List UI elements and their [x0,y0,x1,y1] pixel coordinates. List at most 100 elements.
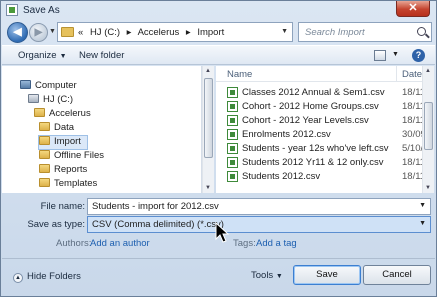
organize-button[interactable]: Organize ▼ [18,50,67,61]
forward-button[interactable]: ▶ [29,23,48,42]
tree-item-label: HJ (C:) [43,94,74,105]
tree-item-accelerus[interactable]: Accelerus [34,108,91,121]
save-as-type-label: Save as type: [27,219,85,230]
file-name: Students - year 12s who've left.csv [242,143,389,154]
collapse-chevron-icon: ▲ [13,273,23,283]
breadcrumb-item-accelerus[interactable]: Accelerus [138,27,180,38]
tree-item-drive[interactable]: HJ (C:) [28,94,73,107]
folder-icon [39,122,50,131]
search-icon[interactable] [417,27,426,36]
file-date: 18/11, [402,101,422,112]
column-divider[interactable] [396,66,397,82]
file-row[interactable]: Students 2012 Yr11 & 12 only.csv 18/11, [216,156,422,170]
scroll-down-icon[interactable]: ▼ [205,185,211,191]
address-dropdown-icon[interactable]: ▼ [281,28,288,35]
tools-label: Tools [251,270,274,281]
save-as-dialog: Save As ✕ ◀ ▶ ▼ « HJ (C:) ▸ Accelerus ▸ … [0,0,437,297]
file-row[interactable]: Cohort - 2012 Home Groups.csv 18/11, [216,100,422,114]
csv-file-icon [227,171,238,182]
file-list-scrollbar[interactable]: ▲ ▼ [422,66,434,193]
tree-item-label: Import [54,136,81,147]
organize-label: Organize [18,50,57,61]
computer-icon [20,80,31,89]
csv-file-icon [227,143,238,154]
close-button[interactable]: ✕ [396,1,430,17]
navigation-scrollbar[interactable]: ▲ ▼ [202,66,214,193]
file-name: Students 2012.csv [242,171,321,182]
column-header-name[interactable]: Name [227,69,252,80]
file-date: 5/10/2 [402,143,422,154]
folder-icon [39,164,50,173]
folder-icon [39,178,50,187]
scroll-down-icon[interactable]: ▼ [425,185,431,191]
file-date: 18/11, [402,87,422,98]
help-icon[interactable]: ? [412,49,425,62]
tree-item-label: Accelerus [49,108,91,119]
scroll-up-icon[interactable]: ▲ [205,68,211,74]
file-date: 18/11, [402,115,422,126]
footer-divider [2,258,435,259]
breadcrumb-item-import[interactable]: Import [197,27,224,38]
csv-file-icon [227,115,238,126]
tree-item-offline-files[interactable]: Offline Files [39,150,104,163]
folder-icon [61,27,74,37]
file-date: 18/11, [402,157,422,168]
change-view-icon[interactable] [374,50,386,61]
chevron-down-icon: ▼ [275,273,283,280]
file-name-field[interactable]: Students - import for 2012.csv ▼ [87,198,431,215]
file-name: Cohort - 2012 Home Groups.csv [242,101,379,112]
csv-file-icon [227,129,238,140]
breadcrumb-item-drive[interactable]: HJ (C:) [90,27,120,38]
file-row[interactable]: Students 2012.csv 18/11, [216,170,422,184]
breadcrumb-separator-icon[interactable]: ▸ [186,27,191,38]
column-header-row: Name Date m [216,66,422,82]
mouse-cursor-icon [215,222,229,243]
file-row[interactable]: Classes 2012 Annual & Sem1.csv 18/11, [216,86,422,100]
tree-item-import[interactable]: Import [38,135,88,150]
scrollbar-thumb[interactable] [424,102,433,150]
recent-locations-chevron-icon[interactable]: ▼ [49,28,56,35]
tree-item-label: Templates [54,178,98,189]
tools-button[interactable]: Tools ▼ [251,270,283,281]
breadcrumb-separator-icon[interactable]: ▸ [127,27,132,38]
file-date: 30/09, [402,129,422,140]
search-input[interactable]: Search Import [305,27,365,38]
hide-folders-button[interactable]: ▲ Hide Folders [13,271,81,283]
back-button[interactable]: ◀ [7,22,28,43]
breadcrumb[interactable]: « HJ (C:) ▸ Accelerus ▸ Import [78,27,228,38]
cancel-button[interactable]: Cancel [363,265,431,285]
tree-item-label: Computer [35,80,77,91]
file-name: Cohort - 2012 Year Levels.csv [242,115,369,126]
file-list: Name Date m Classes 2012 Annual & Sem1.c… [216,66,422,193]
hide-folders-label: Hide Folders [27,271,81,282]
tree-item-reports[interactable]: Reports [39,164,87,177]
file-name: Enrolments 2012.csv [242,129,331,140]
add-author-link[interactable]: Add an author [90,238,150,249]
chevron-down-icon[interactable]: ▼ [419,220,426,227]
file-row[interactable]: Students - year 12s who've left.csv 5/10/… [216,142,422,156]
new-folder-button[interactable]: New folder [79,50,124,61]
folder-icon [34,108,45,117]
tree-item-computer[interactable]: Computer [20,80,77,93]
csv-file-icon [227,157,238,168]
save-button[interactable]: Save [293,265,361,285]
window-title: Save As [23,5,60,16]
tree-item-data[interactable]: Data [39,122,74,135]
search-box[interactable]: Search Import [298,22,432,42]
tree-item-templates[interactable]: Templates [39,178,97,191]
file-date: 18/11, [402,171,422,182]
file-row[interactable]: Cohort - 2012 Year Levels.csv 18/11, [216,114,422,128]
scroll-up-icon[interactable]: ▲ [425,68,431,74]
save-as-type-select[interactable]: CSV (Comma delimited) (*.csv) ▼ [87,216,431,233]
add-tag-link[interactable]: Add a tag [256,238,297,249]
tree-item-label: Reports [54,164,88,175]
title-bar: Save As ✕ [1,1,436,19]
scrollbar-thumb[interactable] [204,78,213,158]
column-header-date[interactable]: Date m [402,69,422,80]
address-bar[interactable]: « HJ (C:) ▸ Accelerus ▸ Import ▼ [57,22,293,42]
excel-app-icon [6,4,18,16]
views-chevron-down-icon[interactable]: ▼ [392,51,399,58]
breadcrumb-overflow[interactable]: « [78,27,83,38]
chevron-down-icon[interactable]: ▼ [419,202,426,209]
file-row[interactable]: Enrolments 2012.csv 30/09, [216,128,422,142]
